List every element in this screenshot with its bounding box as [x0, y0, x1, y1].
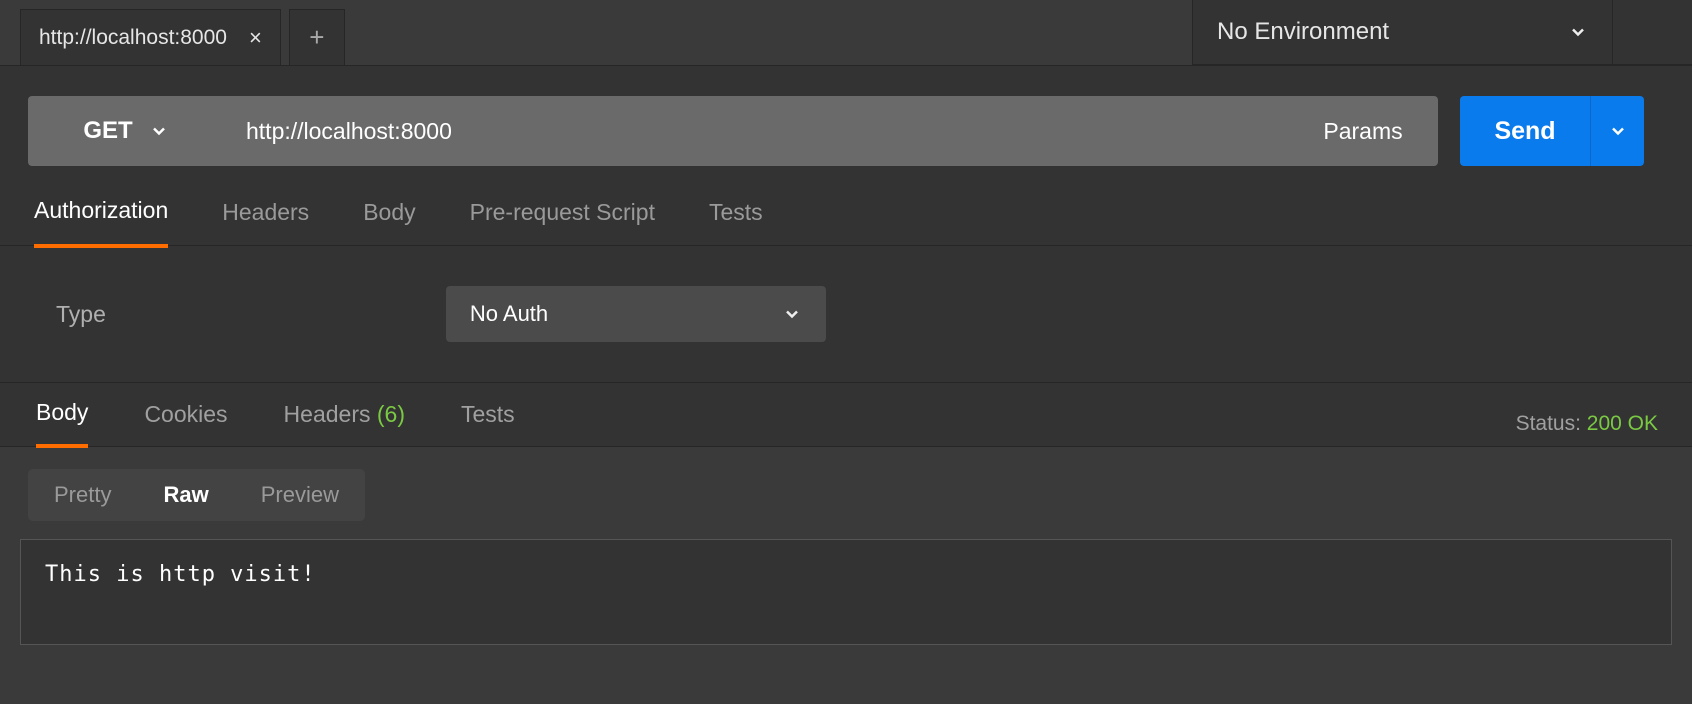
params-label: Params [1323, 118, 1402, 145]
response-body-content[interactable]: This is http visit! [20, 539, 1672, 645]
tab-headers[interactable]: Headers [222, 199, 309, 246]
response-headers-label: Headers [284, 401, 371, 427]
response-tab-tests[interactable]: Tests [461, 401, 515, 446]
view-mode-pretty[interactable]: Pretty [28, 469, 137, 521]
auth-type-label: Type [56, 301, 106, 328]
params-button[interactable]: Params [1288, 96, 1438, 166]
response-view-modes: Pretty Raw Preview [28, 469, 365, 521]
close-icon[interactable]: × [249, 25, 262, 51]
topbar-right-gap [1612, 0, 1692, 65]
request-tab-active[interactable]: http://localhost:8000 × [20, 9, 281, 65]
auth-type-selector[interactable]: No Auth [446, 286, 826, 342]
request-section-tabs: Authorization Headers Body Pre-request S… [0, 180, 1692, 246]
chevron-down-icon [1608, 121, 1628, 141]
send-label: Send [1494, 117, 1555, 146]
view-mode-preview[interactable]: Preview [235, 469, 365, 521]
http-method-selector[interactable]: GET [28, 96, 224, 166]
response-tab-headers[interactable]: Headers (6) [284, 401, 405, 446]
tab-body[interactable]: Body [363, 199, 415, 246]
send-options-button[interactable] [1590, 96, 1644, 166]
response-section-tabs: Body Cookies Headers (6) Tests Status: 2… [0, 383, 1692, 447]
plus-icon: + [309, 22, 324, 53]
response-status: Status: 200 OK [1516, 412, 1658, 436]
status-value: 200 OK [1587, 412, 1658, 435]
status-label: Status: [1516, 412, 1581, 435]
http-method-label: GET [83, 117, 132, 145]
request-builder-row: GET Params Send [0, 66, 1692, 180]
chevron-down-icon [1568, 22, 1588, 42]
environment-label: No Environment [1217, 18, 1389, 46]
auth-type-value: No Auth [470, 301, 548, 327]
chevron-down-icon [149, 121, 169, 141]
add-tab-button[interactable]: + [289, 9, 345, 65]
row-right-gap [1644, 96, 1672, 166]
request-tab-label: http://localhost:8000 [39, 26, 227, 50]
view-mode-raw[interactable]: Raw [137, 469, 234, 521]
response-tab-body[interactable]: Body [36, 399, 88, 448]
environment-selector[interactable]: No Environment [1192, 0, 1612, 65]
request-tabs: http://localhost:8000 × + [0, 0, 1192, 65]
tab-authorization[interactable]: Authorization [34, 197, 168, 248]
tab-prerequest-script[interactable]: Pre-request Script [470, 199, 655, 246]
authorization-panel: Type No Auth [0, 246, 1692, 383]
top-bar: http://localhost:8000 × + No Environment [0, 0, 1692, 66]
send-button[interactable]: Send [1460, 96, 1590, 166]
response-headers-count: (6) [377, 401, 405, 427]
url-input[interactable] [224, 96, 1288, 166]
response-tab-cookies[interactable]: Cookies [144, 401, 227, 446]
tab-tests[interactable]: Tests [709, 199, 763, 246]
chevron-down-icon [782, 304, 802, 324]
